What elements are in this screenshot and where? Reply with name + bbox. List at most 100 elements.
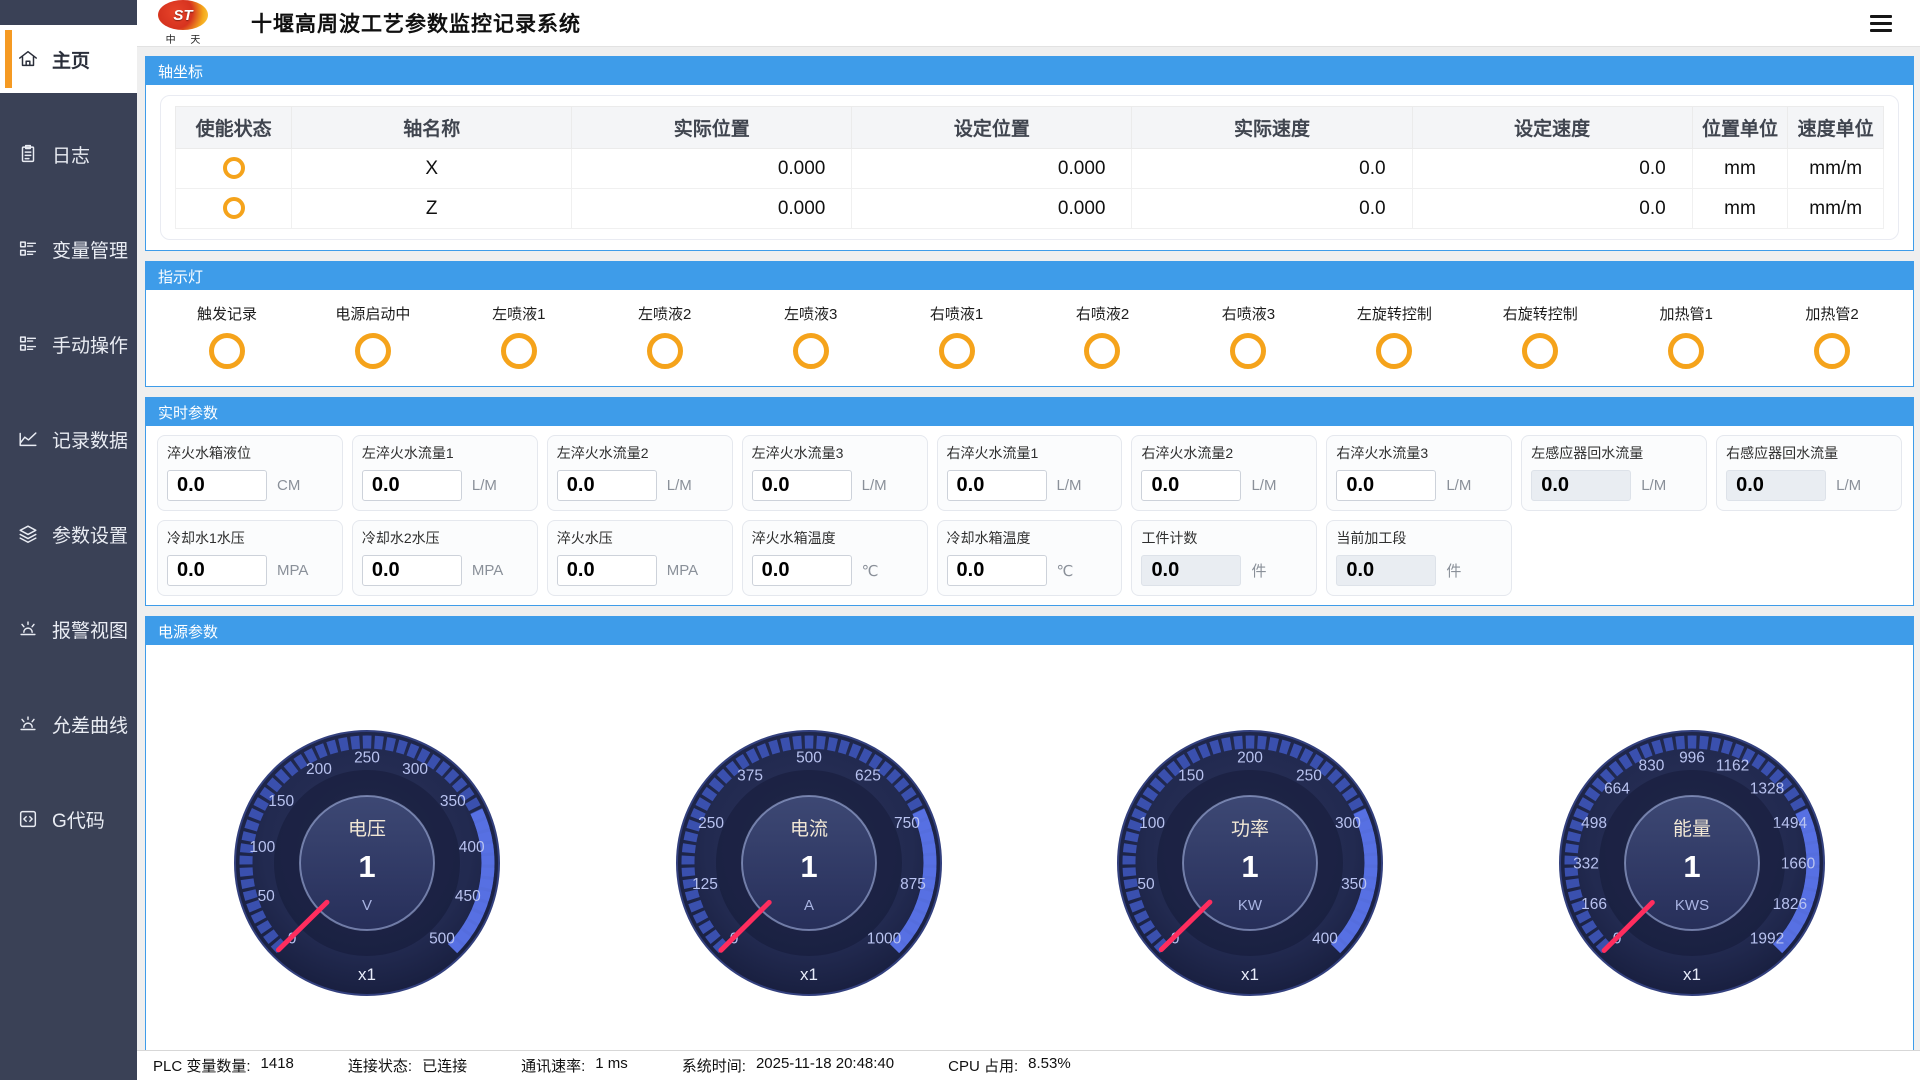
svg-text:996: 996 [1679,749,1705,766]
svg-text:1: 1 [1242,849,1259,884]
param-value-input[interactable]: 0.0 [947,470,1047,501]
svg-text:1000: 1000 [866,930,901,947]
indicator-light: 右旋转控制 [1467,303,1613,369]
axis-col-header-2: 实际位置 [572,107,852,149]
param-value-input[interactable]: 0.0 [1336,555,1436,586]
svg-text:1: 1 [1684,849,1701,884]
param-unit: MPA [277,562,308,579]
status-cpu-usage: CPU 占用:8.53% [948,1055,1071,1076]
sidebar-item-label: 日志 [52,141,90,168]
param-value-input[interactable]: 0.0 [362,555,462,586]
indicator-light: 触发记录 [154,303,300,369]
indicator-light: 左喷液1 [446,303,592,369]
svg-text:1162: 1162 [1716,758,1749,775]
sidebar-item-logs[interactable]: 日志 [0,120,137,188]
svg-text:332: 332 [1573,855,1599,872]
realtime-param-card: 淬火水箱液位0.0CM [157,435,343,511]
sidebar-item-variable-management[interactable]: 变量管理 [0,215,137,283]
sidebar-item-label: 主页 [52,46,90,73]
svg-text:350: 350 [440,793,466,810]
indicator-light: 右喷液2 [1030,303,1176,369]
realtime-params-section: 实时参数 淬火水箱液位0.0CM左淬火水流量10.0L/M左淬火水流量20.0L… [145,397,1914,606]
parameter-settings-icon [17,523,39,545]
indicator-label: 触发记录 [154,303,300,324]
status-label: 通讯速率: [521,1055,585,1076]
param-unit: L/M [862,477,887,494]
svg-text:150: 150 [268,793,294,810]
realtime-param-card: 淬火水压0.0MPA [547,520,733,596]
indicator-lights-section: 指示灯 触发记录电源启动中左喷液1左喷液2左喷液3右喷液1右喷液2右喷液3左旋转… [145,261,1914,387]
sidebar-item-label: G代码 [52,806,105,833]
indicator-label: 加热管2 [1759,303,1905,324]
svg-text:50: 50 [257,888,275,905]
axis-col-header-0: 使能状态 [176,107,292,149]
svg-text:375: 375 [737,767,763,784]
svg-text:750: 750 [894,815,920,832]
param-value-input[interactable]: 0.0 [752,555,852,586]
svg-text:1: 1 [800,849,817,884]
set-position-cell: 0.000 [852,189,1132,229]
param-unit: L/M [1251,477,1276,494]
realtime-param-card: 左淬火水流量10.0L/M [352,435,538,511]
svg-text:830: 830 [1639,758,1665,775]
svg-text:166: 166 [1581,896,1607,913]
param-unit: 件 [1446,560,1461,581]
indicator-label: 加热管1 [1613,303,1759,324]
gauge-energy: 0166332498664830996116213281494166018261… [1471,725,1913,1050]
param-value-input[interactable]: 0.0 [1531,470,1631,501]
realtime-param-card: 右感应器回水流量0.0L/M [1716,435,1902,511]
svg-text:125: 125 [692,876,718,893]
param-value-input[interactable]: 0.0 [167,555,267,586]
indicator-lamp-icon [1668,333,1704,369]
sidebar: 主页日志变量管理手动操作记录数据参数设置报警视图允差曲线 G代码 [0,0,137,1080]
svg-text:A: A [804,897,814,914]
indicator-lamp-icon [1376,333,1412,369]
param-label: 淬火水箱温度 [752,528,918,548]
param-value-input[interactable]: 0.0 [752,470,852,501]
realtime-param-card: 左感应器回水流量0.0L/M [1521,435,1707,511]
variable-manage-icon [17,238,39,260]
alarm-view-icon [17,618,39,640]
sidebar-item-alarm-view[interactable]: 报警视图 [0,595,137,663]
param-value-input[interactable]: 0.0 [167,470,267,501]
logo-icon: ST [158,0,208,30]
svg-text:400: 400 [1312,930,1338,947]
sidebar-item-record-data[interactable]: 记录数据 [0,405,137,473]
app-header: ST 中 天 十堰高周波工艺参数监控记录系统 [137,0,1920,47]
param-value-input[interactable]: 0.0 [557,470,657,501]
param-unit: MPA [472,562,503,579]
param-value-input[interactable]: 0.0 [1336,470,1436,501]
param-value-input[interactable]: 0.0 [1141,470,1241,501]
svg-text:450: 450 [455,888,481,905]
svg-text:100: 100 [249,839,275,856]
svg-text:150: 150 [1179,767,1205,784]
param-value-input[interactable]: 0.0 [362,470,462,501]
param-value-input[interactable]: 0.0 [1726,470,1826,501]
status-value: 2025-11-18 20:48:40 [756,1055,894,1076]
log-icon [17,143,39,165]
status-value: 1 ms [595,1055,628,1076]
gauge-voltage: 050100150200250300350400450500电压1Vx1 [146,725,588,1050]
main-content: 轴坐标 使能状态轴名称实际位置设定位置实际速度设定速度位置单位速度单位 X0.0… [137,47,1920,1050]
sidebar-item-label: 手动操作 [52,331,128,358]
sidebar-item-tolerance-curve[interactable]: 允差曲线 [0,690,137,758]
param-label: 当前加工段 [1336,528,1502,548]
svg-text:1660: 1660 [1781,855,1816,872]
sidebar-item-gcode[interactable]: G代码 [0,785,137,853]
axis-table-row: X0.0000.0000.00.0mmmm/m [176,149,1884,189]
sidebar-item-home[interactable]: 主页 [0,25,137,93]
svg-text:664: 664 [1604,780,1630,797]
param-value-input[interactable]: 0.0 [947,555,1047,586]
svg-text:1992: 1992 [1750,930,1784,947]
sidebar-item-label: 记录数据 [52,426,128,453]
sidebar-item-manual-operation[interactable]: 手动操作 [0,310,137,378]
realtime-param-card: 右淬火水流量10.0L/M [937,435,1123,511]
svg-text:350: 350 [1341,876,1367,893]
param-value-input[interactable]: 0.0 [1141,555,1241,586]
axis-table-row: Z0.0000.0000.00.0mmmm/m [176,189,1884,229]
sidebar-item-parameter-settings[interactable]: 参数设置 [0,500,137,568]
param-label: 左淬火水流量2 [557,443,723,463]
hamburger-menu-icon[interactable] [1870,15,1892,32]
svg-text:400: 400 [459,839,485,856]
param-value-input[interactable]: 0.0 [557,555,657,586]
